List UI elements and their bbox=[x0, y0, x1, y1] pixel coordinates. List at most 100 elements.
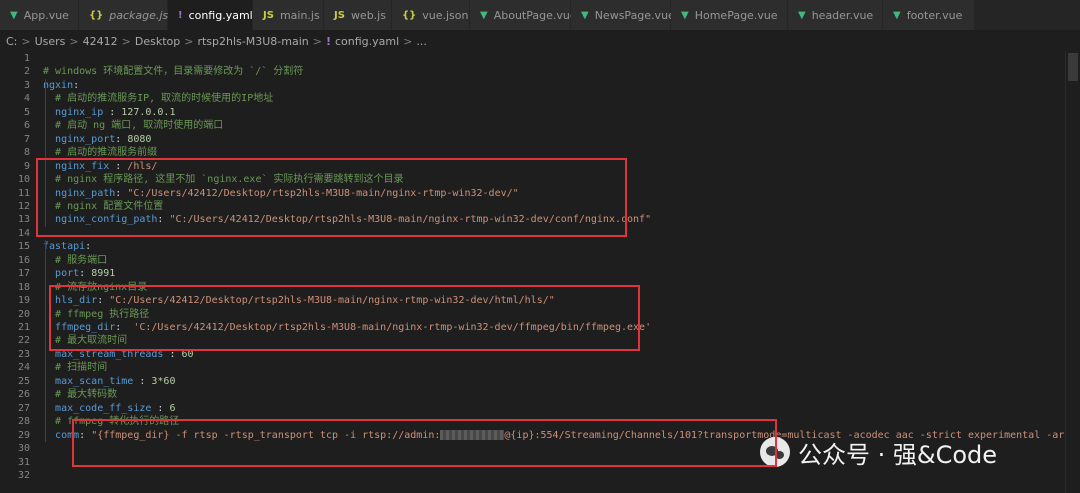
tab-config-yaml[interactable]: !config.yaml× bbox=[168, 0, 272, 30]
code-token: : bbox=[79, 268, 92, 280]
tab-header-vue[interactable]: ▼ header.vue bbox=[788, 0, 883, 30]
code-token: : bbox=[157, 214, 170, 226]
code-line[interactable]: 12 # nginx 配置文件位置 bbox=[0, 200, 1080, 213]
code-line[interactable]: 7 nginx_port: 8080 bbox=[0, 133, 1080, 146]
code-line[interactable]: 20 # ffmpeg 执行路径 bbox=[0, 308, 1080, 321]
code-token: hls_dir bbox=[55, 295, 98, 307]
wechat-logo-icon bbox=[760, 437, 790, 467]
code-line[interactable]: 23 max_stream_threads : 60 bbox=[0, 348, 1080, 361]
code-line[interactable]: 24 # 扫描时间 bbox=[0, 361, 1080, 374]
tab-package-json[interactable]: {} package.json bbox=[79, 0, 182, 30]
breadcrumb-item[interactable]: 42412 bbox=[83, 35, 118, 48]
code-token: : bbox=[97, 295, 110, 307]
yaml-icon: ! bbox=[325, 34, 331, 48]
code-text: # 启动 ng 端口, 取流时使用的端口 bbox=[43, 119, 223, 132]
tab-label: AboutPage.vue bbox=[493, 8, 577, 22]
code-line[interactable]: 13 nginx_config_path: "C:/Users/42412/De… bbox=[0, 213, 1080, 226]
code-text: nginx_port: 8080 bbox=[43, 133, 151, 146]
breadcrumb-item[interactable]: config.yaml bbox=[335, 35, 399, 48]
minimap-slider[interactable] bbox=[1068, 53, 1078, 81]
code-token: : bbox=[109, 160, 128, 172]
line-number: 10 bbox=[17, 174, 30, 186]
code-line[interactable]: 1 bbox=[0, 52, 1080, 65]
line-number: 20 bbox=[17, 308, 30, 320]
breadcrumb-item[interactable]: C: bbox=[6, 35, 17, 48]
code-line[interactable]: 16 # 服务端口 bbox=[0, 254, 1080, 267]
code-line[interactable]: 10 # nginx 程序路径, 这里不加 `nginx.exe` 实际执行需要… bbox=[0, 173, 1080, 186]
code-line[interactable]: 25 max_scan_time : 3*60 bbox=[0, 375, 1080, 388]
code-text: # 最大取流时间 bbox=[43, 334, 127, 347]
tab-label: header.vue bbox=[811, 8, 874, 22]
code-line[interactable]: 22 # 最大取流时间 bbox=[0, 334, 1080, 347]
line-number: 21 bbox=[17, 322, 30, 333]
vue-icon: ▼ bbox=[681, 9, 689, 21]
code-token: : bbox=[115, 133, 128, 145]
breadcrumb-item[interactable]: Users bbox=[35, 35, 66, 48]
code-line[interactable]: 8 # 启动的推流服务前缀 bbox=[0, 146, 1080, 159]
code-token: /hls/ bbox=[127, 160, 158, 172]
indent-guide bbox=[45, 240, 46, 443]
tab-app-vue[interactable]: ▼ App.vue bbox=[0, 0, 79, 30]
code-line[interactable]: 6 # 启动 ng 端口, 取流时使用的端口 bbox=[0, 119, 1080, 132]
line-number: 15 bbox=[17, 241, 30, 253]
code-text: # 启动的推流服务前缀 bbox=[43, 146, 157, 159]
code-text: # nginx 配置文件位置 bbox=[43, 200, 163, 213]
tab-newspage-vue[interactable]: ▼ NewsPage.vue bbox=[571, 0, 675, 30]
breadcrumb-item[interactable]: ... bbox=[416, 35, 427, 48]
json-icon: {} bbox=[89, 9, 104, 21]
line-number: 13 bbox=[17, 214, 30, 226]
code-line[interactable]: 4 # 启动的推流服务IP, 取流的时候使用的IP地址 bbox=[0, 92, 1080, 105]
line-number: 24 bbox=[17, 362, 30, 374]
code-line[interactable]: 28 # ffmpeg 转化执行的路径 bbox=[0, 415, 1080, 428]
code-line[interactable]: 26 # 最大转码数 bbox=[0, 388, 1080, 401]
vue-icon: ▼ bbox=[893, 9, 901, 21]
code-token: # ffmpeg 转化执行的路径 bbox=[55, 416, 180, 428]
code-token: nginx_fix bbox=[55, 160, 110, 172]
code-token: 'C:/Users/42412/Desktop/rtsp2hls-M3U8-ma… bbox=[133, 322, 652, 333]
code-text: # 最大转码数 bbox=[43, 388, 117, 401]
code-line[interactable]: 21 ffmpeg_dir: 'C:/Users/42412/Desktop/r… bbox=[0, 321, 1080, 334]
line-number: 18 bbox=[17, 281, 30, 293]
code-token: : bbox=[115, 322, 134, 333]
code-token: : bbox=[85, 241, 92, 253]
tab-homepage-vue[interactable]: ▼HomePage.vue● bbox=[671, 0, 797, 30]
code-token: # 服务端口 bbox=[55, 254, 108, 266]
tab-web-js[interactable]: JS web.js bbox=[324, 0, 392, 30]
code-line[interactable]: 32 bbox=[0, 469, 1080, 482]
line-number: 28 bbox=[17, 416, 30, 428]
breadcrumb-separator: > bbox=[312, 34, 322, 48]
tab-label: main.js bbox=[279, 8, 320, 22]
breadcrumb-item[interactable]: rtsp2hls-M3U8-main bbox=[197, 35, 308, 48]
code-line[interactable]: 5 nginx_ip : 127.0.0.1 bbox=[0, 106, 1080, 119]
code-line[interactable]: 9 nginx_fix : /hls/ bbox=[0, 160, 1080, 173]
code-line[interactable]: 19 hls_dir: "C:/Users/42412/Desktop/rtsp… bbox=[0, 294, 1080, 307]
code-token: "C:/Users/42412/Desktop/rtsp2hls-M3U8-ma… bbox=[169, 214, 652, 226]
breadcrumb-separator: > bbox=[21, 34, 31, 48]
code-token: : bbox=[73, 79, 80, 91]
code-line[interactable]: 17 port: 8991 bbox=[0, 267, 1080, 280]
code-line[interactable]: 27 max_code_ff_size : 6 bbox=[0, 402, 1080, 415]
code-text: nginx_ip : 127.0.0.1 bbox=[43, 106, 175, 119]
code-text: ngxin: bbox=[43, 79, 79, 92]
line-number: 27 bbox=[17, 402, 30, 414]
line-number: 7 bbox=[23, 133, 30, 145]
line-number: 6 bbox=[23, 120, 30, 132]
breadcrumb-item[interactable]: Desktop bbox=[135, 35, 180, 48]
code-line[interactable]: 2 # windows 环境配置文件，目录需要修改为 `/` 分割符 bbox=[0, 65, 1080, 78]
code-line[interactable]: 3 ngxin: bbox=[0, 79, 1080, 92]
tab-vue-json[interactable]: {} vue.json bbox=[392, 0, 470, 30]
breadcrumb-separator: > bbox=[403, 34, 413, 48]
tab-label: config.yaml bbox=[188, 8, 253, 22]
tab-main-js[interactable]: JS main.js bbox=[253, 0, 324, 30]
tab-footer-vue[interactable]: ▼ footer.vue bbox=[883, 0, 975, 30]
tab-aboutpage-vue[interactable]: ▼ AboutPage.vue bbox=[470, 0, 577, 30]
code-line[interactable]: 18 # 流存放nginx目录 bbox=[0, 281, 1080, 294]
code-text: nginx_fix : /hls/ bbox=[43, 160, 157, 173]
code-editor[interactable]: 1 2 # windows 环境配置文件，目录需要修改为 `/` 分割符 3 ngxin… bbox=[0, 51, 1080, 493]
code-token: ngxin bbox=[43, 79, 74, 91]
code-line[interactable]: 14 bbox=[0, 227, 1080, 240]
vue-icon: ▼ bbox=[581, 9, 589, 21]
minimap[interactable] bbox=[1065, 51, 1080, 493]
code-line[interactable]: 15 fastapi: bbox=[0, 240, 1080, 253]
code-line[interactable]: 11 nginx_path: "C:/Users/42412/Desktop/r… bbox=[0, 187, 1080, 200]
